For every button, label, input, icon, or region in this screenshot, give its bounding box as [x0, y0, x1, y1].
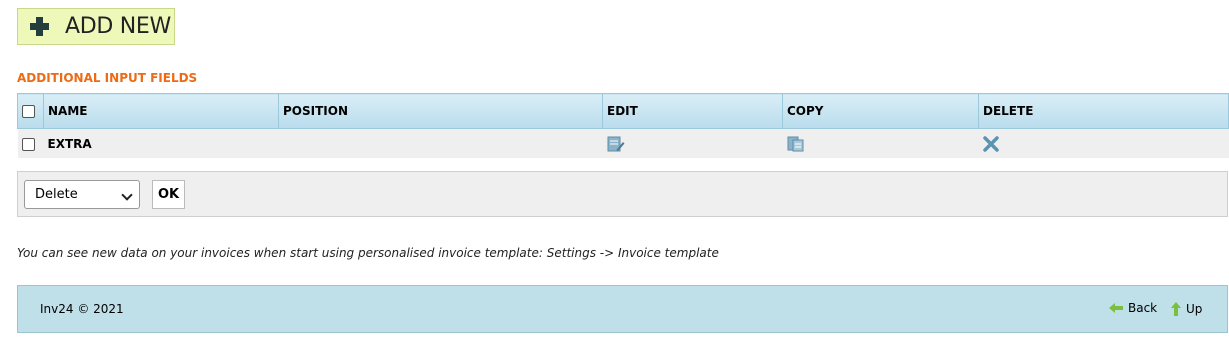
row-edit-cell — [602, 128, 783, 158]
up-link[interactable]: Up — [1170, 301, 1202, 317]
row-delete-cell — [978, 128, 1229, 158]
table-row: EXTRA — [17, 128, 1229, 158]
row-name: EXTRA — [43, 128, 279, 158]
up-label: Up — [1186, 302, 1203, 316]
row-checkbox[interactable] — [21, 137, 35, 151]
row-position — [278, 128, 603, 158]
bulk-action-value: Delete — [35, 187, 78, 202]
row-copy-cell — [782, 128, 979, 158]
add-new-label: ADD NEW — [65, 14, 171, 39]
delete-x-icon[interactable] — [982, 135, 999, 152]
column-header-edit: EDIT — [602, 93, 783, 129]
footer: Inv24 © 2021 Back Up — [17, 285, 1228, 333]
bulk-action-bar: Delete OK — [17, 171, 1228, 217]
back-label: Back — [1128, 301, 1158, 315]
add-new-button[interactable]: ADD NEW — [17, 8, 175, 45]
column-header-copy: COPY — [782, 93, 979, 129]
back-link[interactable]: Back — [1108, 301, 1157, 315]
select-all-checkbox[interactable] — [22, 105, 35, 118]
arrow-left-icon — [1109, 303, 1123, 313]
select-all-cell — [17, 93, 44, 129]
column-header-position[interactable]: POSITION — [278, 93, 603, 129]
info-note: You can see new data on your invoices wh… — [17, 246, 719, 260]
bulk-action-select[interactable]: Delete — [24, 180, 140, 209]
section-title: ADDITIONAL INPUT FIELDS — [17, 71, 198, 85]
column-header-name[interactable]: NAME — [43, 93, 279, 129]
copy-icon[interactable] — [787, 136, 805, 152]
chevron-down-icon — [121, 189, 133, 201]
fields-table: NAME POSITION EDIT COPY DELETE EXTRA — [17, 93, 1229, 158]
row-checkbox-cell — [17, 128, 44, 158]
ok-button[interactable]: OK — [152, 180, 185, 209]
column-header-delete: DELETE — [978, 93, 1229, 129]
arrow-up-icon — [1171, 302, 1181, 316]
plus-icon — [30, 17, 49, 36]
edit-icon[interactable] — [607, 136, 625, 152]
copyright-text: Inv24 © 2021 — [40, 302, 124, 316]
table-header-row: NAME POSITION EDIT COPY DELETE — [17, 93, 1229, 129]
